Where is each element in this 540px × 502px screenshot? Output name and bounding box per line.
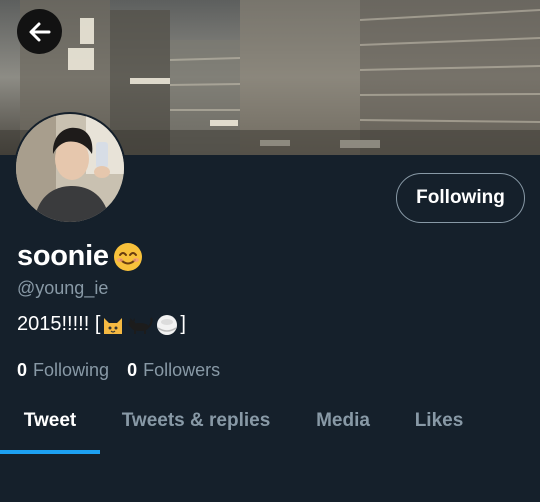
display-name-row: soonie — [17, 240, 144, 273]
avatar-image — [16, 114, 124, 222]
tab-likes[interactable]: Likes — [400, 398, 478, 444]
followers-count: 0 — [127, 360, 138, 380]
tab-tweets-replies-label: Tweets & replies — [121, 410, 271, 431]
user-handle: @young_ie — [17, 278, 109, 298]
tab-media-label: Media — [316, 410, 370, 431]
active-tab-indicator — [0, 450, 100, 454]
following-button-label: Following — [416, 187, 505, 208]
tab-media[interactable]: Media — [300, 398, 386, 444]
followers-label: Followers — [143, 360, 221, 380]
followers-stat[interactable]: 0 Followers — [127, 360, 220, 381]
black-cat-icon — [128, 316, 154, 334]
tab-tweets-replies[interactable]: Tweets & replies — [110, 398, 282, 444]
tab-tweet[interactable]: Tweet — [0, 398, 100, 444]
tab-tweet-label: Tweet — [23, 410, 77, 431]
following-label: Following — [33, 360, 110, 380]
following-button[interactable]: Following — [396, 173, 525, 223]
smiling-face-icon — [113, 242, 142, 271]
profile-bio: 2015!!!!! [ ] — [17, 313, 186, 336]
tab-likes-label: Likes — [414, 410, 464, 431]
bio-close-bracket: ] — [180, 313, 186, 335]
back-button[interactable] — [17, 9, 62, 54]
following-stat[interactable]: 0 Following — [17, 360, 109, 381]
profile-tabs: Tweet Tweets & replies Media Likes — [0, 398, 540, 454]
rice-ball-icon — [157, 314, 178, 335]
profile-avatar[interactable] — [14, 112, 126, 224]
bio-text: 2015!!!!! [ — [17, 313, 101, 335]
cat-face-icon — [104, 317, 123, 334]
arrow-left-icon — [29, 22, 50, 41]
display-name: soonie — [17, 240, 109, 272]
follow-stats: 0 Following 0 Followers — [17, 360, 220, 381]
following-count: 0 — [17, 360, 28, 380]
